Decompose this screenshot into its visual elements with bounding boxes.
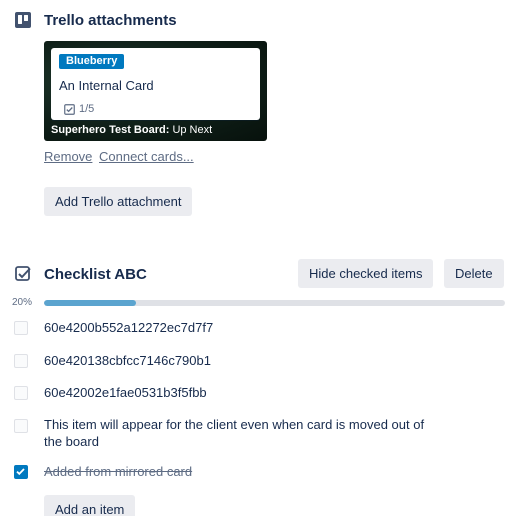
progress-bar — [44, 300, 505, 306]
item-checkbox[interactable] — [14, 321, 28, 335]
attached-card[interactable]: Blueberry An Internal Card 1/5 — [51, 48, 260, 120]
checklist-title: Checklist ABC — [44, 266, 147, 283]
checklist-item-text[interactable]: 60e42002e1fae0531b3f5fbb — [44, 384, 434, 401]
card-name: An Internal Card — [59, 78, 154, 93]
progress-bar-fill — [44, 300, 137, 306]
remove-link[interactable]: Remove — [44, 149, 92, 164]
item-checkbox[interactable] — [14, 386, 28, 400]
add-item-button[interactable]: Add an item — [44, 495, 136, 516]
checkbox-icon — [64, 103, 75, 115]
checklist-icon — [15, 266, 31, 281]
hide-checked-items-button[interactable]: Hide checked items — [298, 259, 434, 288]
add-trello-attachment-button[interactable]: Add Trello attachment — [44, 187, 193, 216]
trello-board-icon — [15, 12, 31, 28]
checklist-badge: 1/5 — [64, 103, 94, 115]
checklist-item-text-checked[interactable]: Added from mirrored card — [44, 463, 434, 480]
trello-attachment-preview[interactable]: Blueberry An Internal Card 1/5 Superhero… — [44, 41, 267, 141]
checklist-badge-count: 1/5 — [79, 103, 95, 115]
checklist-item-text[interactable]: 60e420138cbfcc7146c790b1 — [44, 352, 434, 369]
progress-percent: 20% — [12, 297, 33, 308]
check-icon — [16, 468, 25, 476]
list-name: Up Next — [172, 124, 213, 136]
delete-checklist-button[interactable]: Delete — [444, 259, 504, 288]
card-label: Blueberry — [59, 54, 125, 69]
item-checkbox-checked[interactable] — [14, 465, 28, 479]
attachments-section-title: Trello attachments — [44, 12, 177, 29]
item-checkbox[interactable] — [14, 419, 28, 433]
checklist-item-text[interactable]: 60e4200b552a12272ec7d7f7 — [44, 319, 434, 336]
board-caption: Superhero Test Board: Up Next — [51, 124, 212, 136]
board-name: Superhero Test Board: — [51, 124, 170, 136]
connect-cards-link[interactable]: Connect cards... — [99, 149, 194, 164]
item-checkbox[interactable] — [14, 354, 28, 368]
checklist-item-text[interactable]: This item will appear for the client eve… — [44, 416, 434, 450]
